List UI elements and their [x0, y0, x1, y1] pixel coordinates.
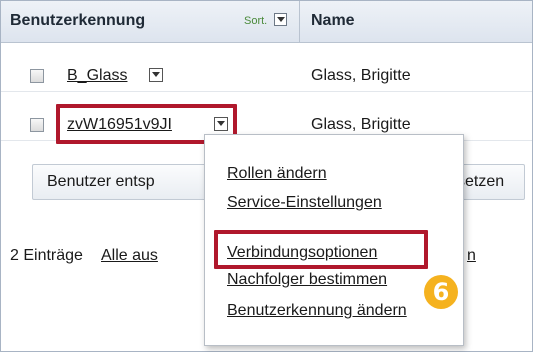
- menu-item-service-settings[interactable]: Service-Einstellungen: [227, 194, 382, 212]
- sort-dropdown-icon[interactable]: [274, 13, 287, 26]
- row-checkbox[interactable]: [30, 69, 44, 83]
- menu-item-set-successor[interactable]: Nachfolger bestimmen: [227, 271, 387, 289]
- column-divider: [299, 1, 300, 42]
- select-all-link[interactable]: Alle aus: [101, 247, 158, 265]
- row-checkbox[interactable]: [30, 118, 44, 132]
- user-id-link[interactable]: B_Glass: [67, 67, 127, 85]
- step-number-badge: 6: [424, 275, 458, 309]
- table-row: B_Glass Glass, Brigitte: [1, 43, 532, 92]
- row-menu-dropdown-icon[interactable]: [149, 68, 163, 82]
- column-header-user-id[interactable]: Benutzerkennung: [10, 12, 145, 30]
- sort-label[interactable]: Sort.: [244, 15, 267, 27]
- name-cell: Glass, Brigitte: [311, 67, 411, 84]
- column-header-name[interactable]: Name: [311, 12, 355, 30]
- menu-item-change-roles[interactable]: Rollen ändern: [227, 165, 327, 183]
- highlight-connection-options: [214, 230, 428, 269]
- name-cell: Glass, Brigitte: [311, 116, 411, 133]
- table-header: Benutzerkennung Sort. Name: [1, 1, 532, 43]
- footer-link-fragment[interactable]: n: [467, 247, 476, 265]
- menu-item-change-user-id[interactable]: Benutzerkennung ändern: [227, 302, 407, 320]
- entry-count: 2 Einträge: [10, 247, 83, 264]
- user-action-button[interactable]: Benutzer entsp: [32, 164, 208, 200]
